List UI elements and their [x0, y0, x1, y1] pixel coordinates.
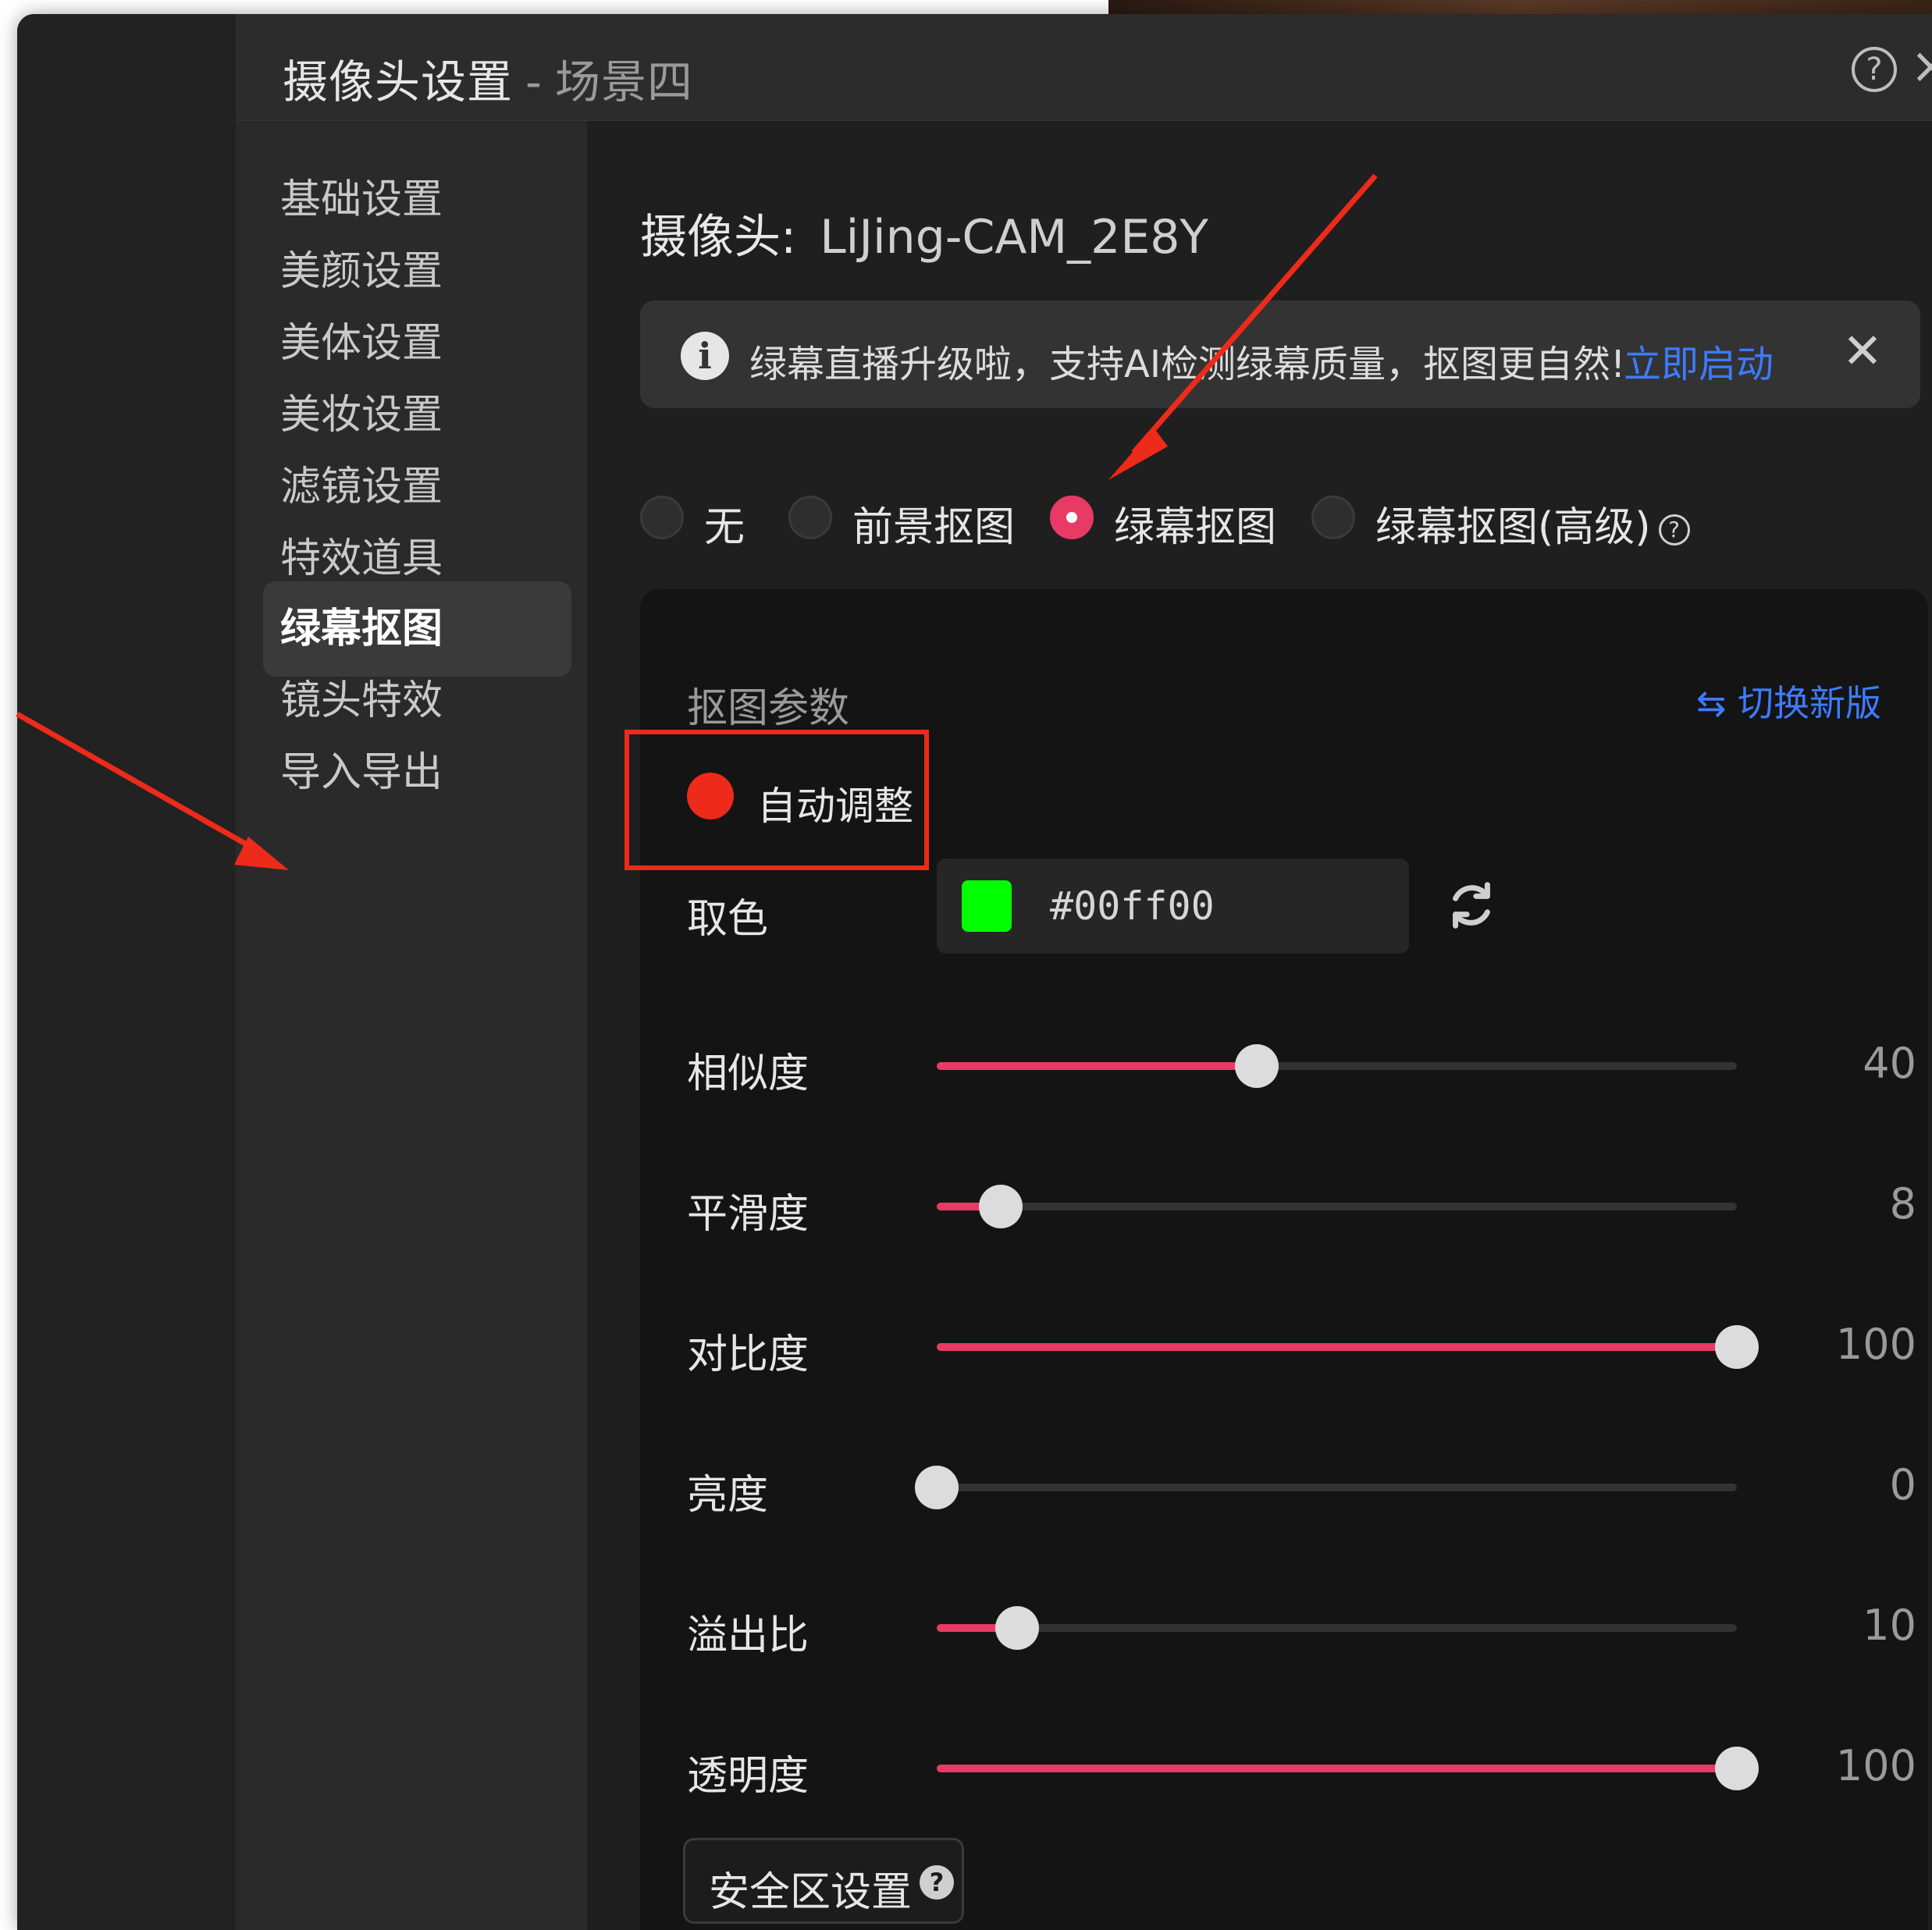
slider-fill	[937, 1343, 1737, 1351]
color-picker-label: 取色	[687, 896, 769, 943]
camera-row: 摄像头: LiJing-CAM_2E8Y	[640, 199, 1208, 267]
radio-dot[interactable]	[1311, 496, 1355, 539]
slider-label: 对比度	[687, 1331, 809, 1378]
slider-thumb[interactable]	[979, 1185, 1023, 1228]
slider-thumb[interactable]	[994, 1606, 1039, 1650]
radio-label: 无	[704, 504, 745, 551]
background-photo	[1108, 0, 1932, 16]
radio-label: 绿幕抠图(高级)?	[1375, 494, 1690, 553]
camera-label: 摄像头:	[640, 210, 797, 265]
slider-label: 相似度	[687, 1050, 809, 1097]
radio-label: 绿幕抠图	[1114, 504, 1277, 551]
help-icon[interactable]: ?	[1658, 514, 1690, 546]
enable-now-link[interactable]: 立即启动	[1624, 333, 1774, 388]
help-icon[interactable]: ?	[920, 1865, 954, 1900]
banner-close-icon[interactable]: ✕	[1842, 322, 1883, 379]
keying-mode-group: 无 前景抠图 绿幕抠图 绿幕抠图(高级)?	[640, 488, 1932, 553]
slider-label: 溢出比	[687, 1612, 809, 1659]
title-bar: 摄像头设置 - 场景四 ? ×	[236, 14, 1932, 121]
color-picker-field[interactable]: #00ff00	[937, 858, 1409, 954]
radio-label: 前景抠图	[852, 504, 1016, 551]
slider-label: 亮度	[687, 1472, 769, 1519]
safe-zone-button[interactable]: 安全区设置 ?	[683, 1838, 964, 1924]
dialog-title: 摄像头设置 - 场景四	[283, 45, 693, 111]
radio-dot[interactable]	[640, 496, 684, 539]
slider-fill	[937, 1062, 1257, 1070]
background-pane	[17, 14, 236, 1930]
camera-name: LiJing-CAM_2E8Y	[820, 210, 1209, 265]
camera-settings-dialog: 摄像头设置 - 场景四 ? × 基础设置 美颜设置 美体设置 美妆设置 滤镜设置 特…	[236, 14, 1932, 1930]
slider-thumb[interactable]	[1235, 1044, 1279, 1088]
sidebar-item-import-export[interactable]: 导入导出	[263, 725, 571, 820]
slider-opacity: 透明度 100	[640, 1721, 1928, 1814]
title-text: 摄像头设置	[283, 55, 514, 108]
slider-fill	[937, 1765, 1737, 1772]
switch-new-version-link[interactable]: ⇆ 切换新版	[1696, 675, 1881, 727]
color-swatch[interactable]	[962, 880, 1012, 932]
slider-value: 8	[1889, 1179, 1916, 1228]
slider-spill-ratio: 溢出比 10	[640, 1580, 1928, 1674]
slider-similarity: 相似度 40	[640, 1018, 1928, 1112]
slider-value: 100	[1835, 1741, 1916, 1790]
settings-content: 摄像头: LiJing-CAM_2E8Y i 绿幕直播升级啦，支持AI检测绿幕质量…	[587, 121, 1932, 1930]
auto-adjust-label: 自动调整	[757, 784, 913, 829]
close-icon[interactable]: ×	[1910, 37, 1932, 95]
params-title: 抠图参数	[687, 685, 850, 732]
slider-thumb[interactable]	[915, 1466, 959, 1509]
slider-track[interactable]	[937, 1044, 1737, 1088]
slider-value: 0	[1889, 1460, 1916, 1509]
auto-adjust-toggle[interactable]	[687, 773, 734, 819]
slider-thumb[interactable]	[1715, 1325, 1759, 1369]
slider-value: 100	[1835, 1320, 1916, 1369]
upgrade-banner: i 绿幕直播升级啦，支持AI检测绿幕质量，抠图更自然! 立即启动 ✕	[640, 300, 1920, 408]
slider-label: 透明度	[687, 1753, 809, 1800]
radio-dot[interactable]	[788, 496, 832, 539]
slider-track[interactable]	[915, 1466, 1737, 1509]
slider-track[interactable]	[937, 1325, 1759, 1369]
title-separator: -	[525, 55, 543, 108]
slider-label: 平滑度	[687, 1191, 809, 1238]
slider-contrast: 对比度 100	[640, 1299, 1928, 1393]
radio-dot[interactable]	[1050, 496, 1094, 539]
help-circle-icon[interactable]: ?	[1852, 47, 1897, 92]
scene-name: 场景四	[554, 55, 693, 108]
radio-label-text: 绿幕抠图(高级)	[1375, 504, 1651, 551]
slider-track[interactable]	[937, 1747, 1759, 1790]
app-window: 摄像头设置 - 场景四 ? × 基础设置 美颜设置 美体设置 美妆设置 滤镜设置 特…	[17, 14, 1932, 1930]
slider-track[interactable]	[937, 1185, 1737, 1228]
slider-thumb[interactable]	[1715, 1747, 1759, 1790]
info-icon: i	[681, 332, 729, 380]
refresh-icon[interactable]	[1444, 878, 1499, 933]
color-value: #00ff00	[1050, 883, 1215, 929]
safe-zone-label: 安全区设置	[709, 1869, 913, 1916]
slider-track[interactable]	[937, 1606, 1737, 1650]
keying-params-panel: 抠图参数 ⇆ 切换新版 自动调整 取色 #00ff00 相似度 40 平滑度 8…	[624, 589, 1928, 1930]
slider-value: 40	[1863, 1039, 1916, 1088]
settings-sidebar: 基础设置 美颜设置 美体设置 美妆设置 滤镜设置 特效道具 绿幕抠图 镜头特效 …	[236, 121, 587, 1930]
slider-brightness: 亮度 0	[640, 1440, 1928, 1534]
slider-value: 10	[1863, 1601, 1916, 1650]
banner-text: 绿幕直播升级啦，支持AI检测绿幕质量，抠图更自然!	[749, 343, 1626, 386]
slider-smoothness: 平滑度 8	[640, 1159, 1928, 1253]
